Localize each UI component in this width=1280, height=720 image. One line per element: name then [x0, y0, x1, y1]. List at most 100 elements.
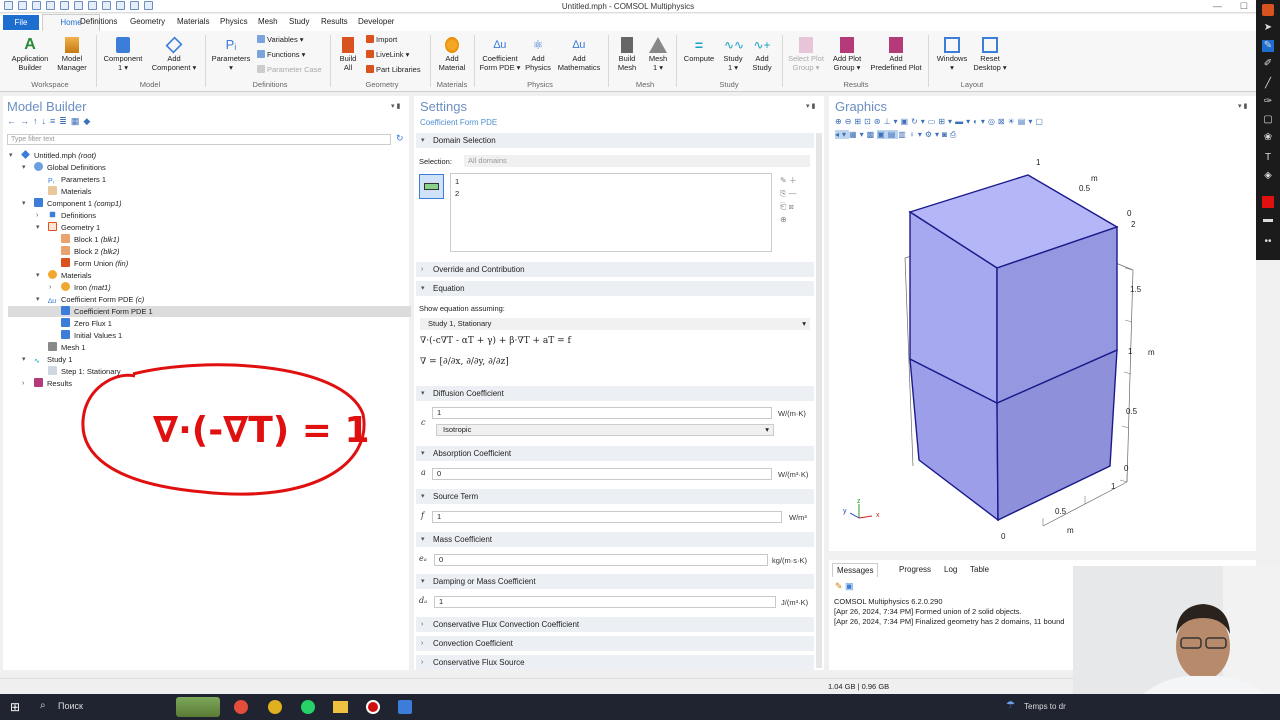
tree-item-geometry[interactable]: ▾ Geometry 1	[36, 222, 100, 233]
file-menu[interactable]: File	[3, 15, 39, 30]
deselect-icon[interactable]: ▩	[867, 130, 878, 139]
equation-study-dropdown[interactable]: Study 1, Stationary ▾	[420, 318, 810, 330]
study-1-button[interactable]: ∿∿ Study 1 ▾	[718, 37, 748, 72]
light-icon[interactable]: ♀▾	[909, 130, 925, 139]
active-selection-toggle[interactable]	[419, 174, 444, 199]
widget-icon[interactable]	[176, 697, 220, 717]
section-conservative-flux-convection[interactable]: › Conservative Flux Convection Coefficien…	[416, 617, 814, 632]
scene-light-icon[interactable]: ☀	[1008, 117, 1018, 126]
pin-icon[interactable]: ▾ ▮	[1238, 102, 1247, 110]
recorder-icon[interactable]	[366, 700, 380, 714]
functions-button[interactable]: Functions ▾	[257, 50, 305, 59]
section-source[interactable]: ▾ Source Term	[416, 489, 814, 504]
zoom-box-icon[interactable]: ⊞	[854, 117, 864, 126]
add-plot-group-button[interactable]: Add Plot Group ▾	[828, 37, 866, 72]
select-box-icon[interactable]: ▭	[928, 117, 939, 126]
tab-developer[interactable]: Developer	[358, 17, 394, 26]
source-input[interactable]: 1	[432, 511, 782, 523]
parameter-case-button[interactable]: Parameter Case	[257, 65, 322, 74]
section-mass[interactable]: ▾ Mass Coefficient	[416, 532, 814, 547]
selection-dropdown[interactable]: All domains	[464, 155, 810, 167]
zoom-selection-icon[interactable]: ⊕	[780, 213, 797, 226]
tree-item-study[interactable]: ▾ ∿ Study 1	[22, 354, 72, 365]
transparency-icon[interactable]: ◎	[988, 117, 998, 126]
add-physics-button[interactable]: ⚛ Add Physics	[522, 37, 554, 72]
wireframe-icon[interactable]: ⊠	[998, 117, 1008, 126]
tree-item-coefficient-form-pde[interactable]: ▾ ∆u Coefficient Form PDE (c)	[36, 294, 144, 305]
tree-item-iron[interactable]: › Iron (mat1)	[49, 282, 111, 293]
tree-item-definitions[interactable]: › Definitions	[36, 210, 96, 221]
tab-table[interactable]: Table	[966, 563, 993, 576]
cursor-icon[interactable]: ➤	[1262, 22, 1274, 34]
collapse-icon[interactable]: ≣	[59, 116, 71, 126]
section-damping[interactable]: ▾ Damping or Mass Coefficient	[416, 574, 814, 589]
zoom-out-icon[interactable]: ⊖	[845, 117, 855, 126]
build-all-button[interactable]: Build All	[334, 37, 362, 72]
marker-icon[interactable]: ✐	[1262, 58, 1274, 70]
tree-item-initial-values[interactable]: Initial Values 1	[61, 330, 122, 341]
component-button[interactable]: Component 1 ▾	[100, 37, 146, 72]
tab-study[interactable]: Study	[289, 17, 309, 26]
show-domain-icon[interactable]: ▤	[887, 130, 899, 139]
pin-icon[interactable]: ▾ ▮	[391, 102, 400, 110]
part-libraries-button[interactable]: Part Libraries	[366, 65, 421, 74]
views-icon[interactable]: ▣	[901, 117, 912, 126]
tree-item-component[interactable]: ▾ Component 1 (comp1)	[22, 198, 122, 209]
tab-messages[interactable]: Messages	[832, 563, 879, 577]
tree-item-coefficient-form-pde-1[interactable]: Coefficient Form PDE 1	[61, 306, 153, 317]
build-mesh-button[interactable]: Build Mesh	[612, 37, 642, 72]
absorption-input[interactable]: 0	[432, 468, 772, 480]
rectangle-icon[interactable]: ▢	[1262, 114, 1274, 126]
section-absorption[interactable]: ▾ Absorption Coefficient	[416, 446, 814, 461]
zoom-extents-icon[interactable]: ⊡	[864, 117, 874, 126]
tree-item-block-2[interactable]: Block 2 (blk2)	[61, 246, 119, 257]
hide-icon[interactable]: ▬▾	[955, 117, 973, 126]
up-icon[interactable]: ↑	[33, 116, 42, 126]
file-explorer-icon[interactable]	[333, 701, 348, 713]
tab-progress[interactable]: Progress	[895, 563, 935, 576]
tree-item-block-1[interactable]: Block 1 (blk1)	[61, 234, 119, 245]
down-icon[interactable]: ↓	[42, 116, 51, 126]
tree-item-mesh[interactable]: Mesh 1	[48, 342, 86, 353]
tree-item-results[interactable]: › Results	[22, 378, 72, 389]
close-tool-icon[interactable]	[1262, 4, 1274, 16]
tab-materials[interactable]: Materials	[177, 17, 209, 26]
tree-item-zero-flux[interactable]: Zero Flux 1	[61, 318, 112, 329]
stroke-width-icon[interactable]: ▬	[1262, 214, 1274, 226]
show-boundary-icon[interactable]: ▥	[898, 130, 909, 139]
pen-icon[interactable]: ✎	[1262, 40, 1274, 52]
tree-item-root[interactable]: ▾ Untitled.mph (root)	[9, 150, 96, 161]
chrome-icon[interactable]	[234, 700, 248, 714]
whatsapp-icon[interactable]	[301, 700, 315, 714]
reset-desktop-button[interactable]: Reset Desktop ▾	[970, 37, 1010, 72]
filter-input[interactable]: Type filter text	[7, 134, 391, 145]
domain-item-1[interactable]: 1	[455, 177, 459, 186]
add-material-button[interactable]: Add Material	[434, 37, 470, 72]
render-icon[interactable]: ◐▾	[973, 117, 988, 126]
expand-icon[interactable]: ≡	[50, 116, 59, 126]
import-button[interactable]: Import	[366, 35, 397, 44]
diffusion-input[interactable]: 1	[432, 407, 772, 419]
select-plot-group-button[interactable]: Select Plot Group ▾	[786, 37, 826, 72]
windows-start-icon[interactable]: ⊞	[10, 700, 24, 714]
add-study-button[interactable]: ∿+ Add Study	[748, 37, 776, 72]
forward-icon[interactable]: →	[20, 116, 33, 126]
refresh-icon[interactable]: ↻	[396, 133, 404, 144]
add-component-button[interactable]: Add Component ▾	[148, 36, 200, 72]
selection-icon[interactable]: ⊞▾	[938, 117, 955, 126]
section-override[interactable]: › Override and Contribution	[416, 262, 814, 277]
tree-item-global-materials[interactable]: Materials	[48, 186, 91, 197]
tree-item-materials[interactable]: ▾ Materials	[36, 270, 91, 281]
coefficient-form-pde-button[interactable]: ∆u Coefficient Form PDE ▾	[478, 37, 522, 72]
maximize-button[interactable]: ☐	[1240, 1, 1248, 12]
variables-button[interactable]: Variables ▾	[257, 35, 304, 44]
select-all-icon[interactable]: ▦▾	[849, 130, 867, 139]
grid-icon[interactable]: ▤▾	[1018, 117, 1036, 126]
tab-geometry[interactable]: Geometry	[130, 17, 165, 26]
windows-button[interactable]: Windows ▾	[932, 37, 972, 72]
zoom-in-icon[interactable]: ⊕	[835, 117, 845, 126]
select-icon[interactable]: ◂▾	[835, 130, 850, 139]
tree-item-parameters[interactable]: Pᵢ Parameters 1	[48, 174, 106, 185]
camera-icon[interactable]: ◙	[942, 130, 950, 139]
taskbar-search[interactable]: Поиск	[58, 701, 83, 711]
